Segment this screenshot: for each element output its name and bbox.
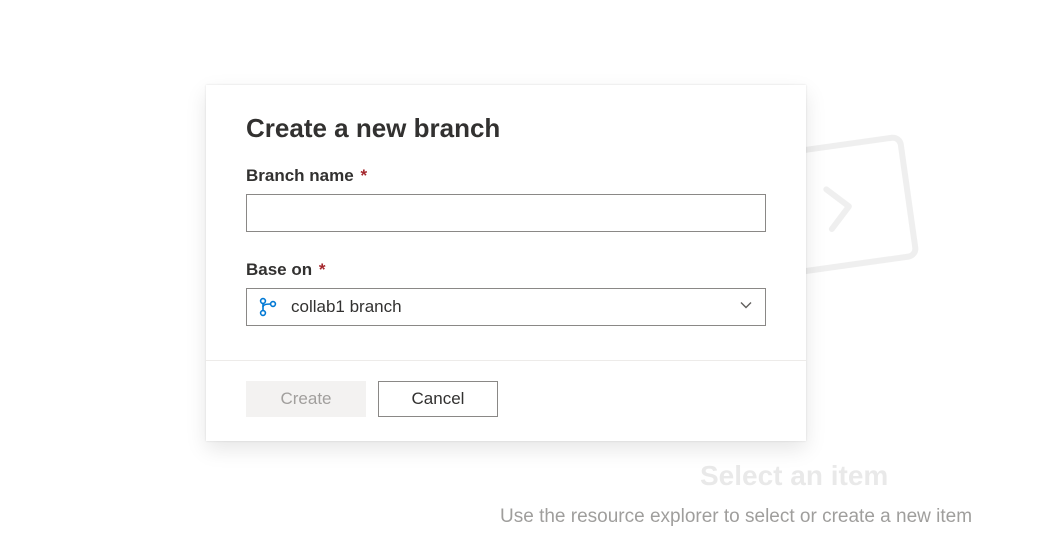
- base-on-field: Base on * collab1 branch: [246, 260, 766, 326]
- cancel-button[interactable]: Cancel: [378, 381, 498, 417]
- dialog-body: Create a new branch Branch name * Base o…: [206, 85, 806, 360]
- create-button[interactable]: Create: [246, 381, 366, 417]
- branch-name-label-text: Branch name: [246, 166, 354, 185]
- required-mark: *: [360, 166, 367, 185]
- required-mark: *: [319, 260, 326, 279]
- branch-name-label: Branch name *: [246, 166, 766, 186]
- base-on-label-text: Base on: [246, 260, 312, 279]
- branch-name-field: Branch name *: [246, 166, 766, 232]
- create-branch-dialog: Create a new branch Branch name * Base o…: [206, 85, 806, 441]
- base-on-dropdown[interactable]: collab1 branch: [246, 288, 766, 326]
- base-on-label: Base on *: [246, 260, 766, 280]
- dialog-footer: Create Cancel: [206, 360, 806, 441]
- branch-icon: [259, 297, 277, 317]
- base-on-selected-text: collab1 branch: [291, 297, 739, 317]
- background-heading: Select an item: [700, 460, 888, 492]
- dialog-title: Create a new branch: [246, 113, 766, 144]
- chevron-down-icon: [739, 298, 753, 317]
- background-subtext: Use the resource explorer to select or c…: [500, 506, 972, 528]
- branch-name-input[interactable]: [246, 194, 766, 232]
